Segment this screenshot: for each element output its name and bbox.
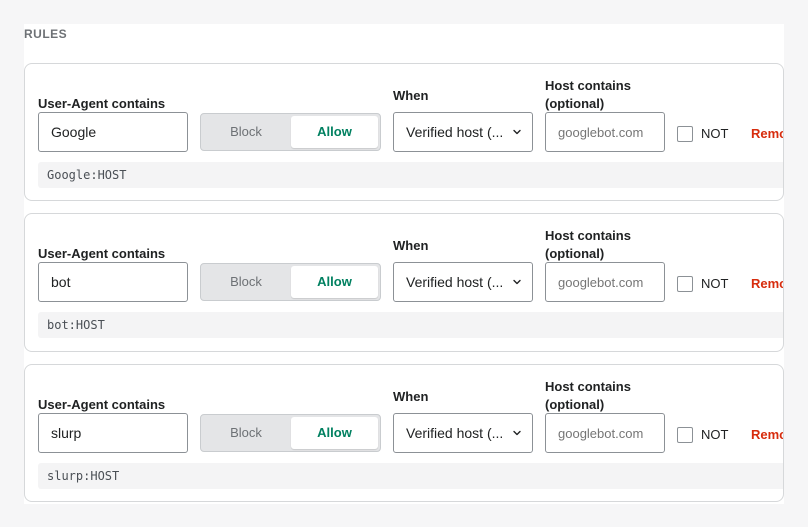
ua-input[interactable] (38, 413, 188, 453)
host-input[interactable] (545, 262, 665, 302)
remove-button[interactable]: Remove (751, 427, 783, 443)
when-value: Verified host (... (406, 124, 504, 140)
when-value: Verified host (... (406, 274, 504, 290)
rule-card: User-Agent contains Block Allow When Ver… (24, 364, 784, 502)
when-select[interactable]: Verified host (... (393, 262, 533, 302)
chevron-down-icon (513, 129, 521, 135)
host-input[interactable] (545, 413, 665, 453)
remove-button[interactable]: Remove (751, 276, 783, 292)
allow-option[interactable]: Allow (291, 266, 378, 298)
host-label: Host contains (optional) (545, 228, 631, 261)
ua-label: User-Agent contains (38, 246, 166, 261)
action-toggle: Block Allow (200, 113, 381, 151)
allow-option[interactable]: Allow (291, 116, 378, 148)
chevron-down-icon (513, 430, 521, 436)
not-checkbox[interactable] (677, 276, 693, 292)
when-label: When (393, 389, 429, 404)
rule-preview: Google:HOST (38, 162, 783, 188)
not-label: NOT (701, 427, 729, 442)
ua-input[interactable] (38, 112, 188, 152)
remove-button[interactable]: Remove (751, 126, 783, 142)
rule-card: User-Agent contains Block Allow When Ver… (24, 213, 784, 352)
allow-option[interactable]: Allow (291, 417, 378, 449)
host-input[interactable] (545, 112, 665, 152)
ua-label: User-Agent contains (38, 397, 166, 412)
section-title: RULES (24, 27, 68, 41)
host-label: Host contains (optional) (545, 379, 631, 412)
when-value: Verified host (... (406, 425, 504, 441)
when-label: When (393, 88, 429, 103)
host-label: Host contains (optional) (545, 78, 631, 111)
ua-label: User-Agent contains (38, 96, 166, 111)
rule-card: User-Agent contains Block Allow When Ver… (24, 63, 784, 201)
not-checkbox[interactable] (677, 126, 693, 142)
chevron-down-icon (513, 279, 521, 285)
block-option[interactable]: Block (201, 415, 291, 451)
not-label: NOT (701, 276, 729, 291)
ua-input[interactable] (38, 262, 188, 302)
not-label: NOT (701, 126, 729, 141)
block-option[interactable]: Block (201, 114, 291, 150)
rule-preview: slurp:HOST (38, 463, 783, 489)
action-toggle: Block Allow (200, 263, 381, 301)
action-toggle: Block Allow (200, 414, 381, 452)
block-option[interactable]: Block (201, 264, 291, 300)
when-select[interactable]: Verified host (... (393, 413, 533, 453)
when-label: When (393, 238, 429, 253)
when-select[interactable]: Verified host (... (393, 112, 533, 152)
not-checkbox[interactable] (677, 427, 693, 443)
rule-preview: bot:HOST (38, 312, 783, 338)
